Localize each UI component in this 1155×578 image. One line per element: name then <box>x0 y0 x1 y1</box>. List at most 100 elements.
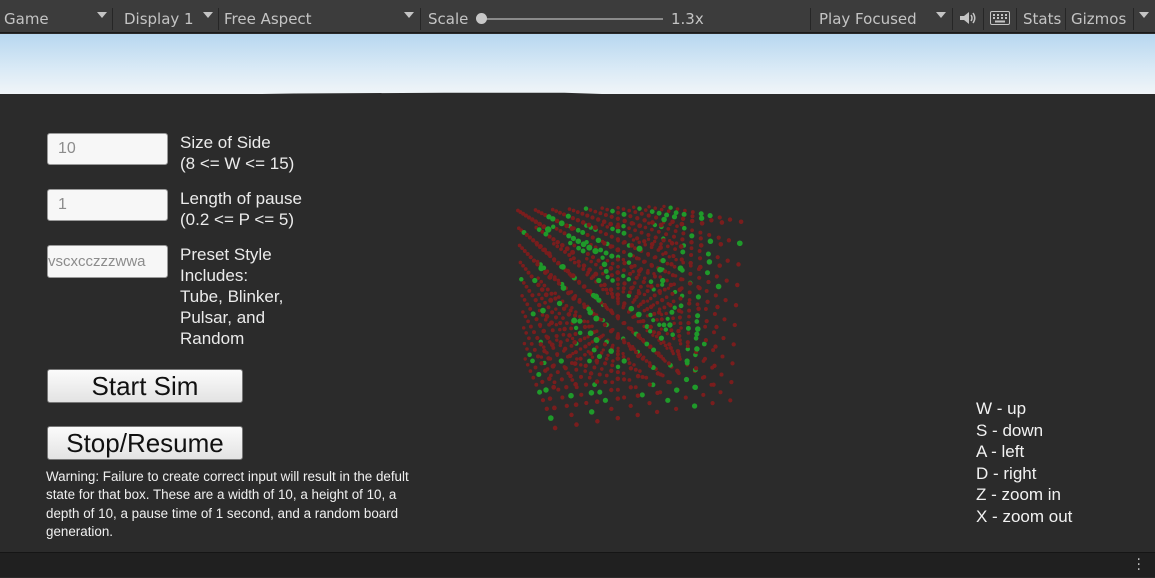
dead-cell <box>642 218 647 223</box>
dead-cell <box>603 361 608 366</box>
dead-cell <box>622 320 627 326</box>
dead-cell <box>632 281 637 285</box>
dead-cell <box>658 245 663 250</box>
dead-cell <box>527 235 533 240</box>
dead-cell <box>667 255 672 259</box>
dead-cell <box>703 307 708 311</box>
live-cell <box>598 247 604 253</box>
dead-cell <box>592 365 597 370</box>
dead-cell <box>628 271 633 276</box>
dead-cell <box>665 346 669 350</box>
dead-cell <box>555 244 560 249</box>
dead-cell <box>656 229 661 234</box>
dead-cell <box>643 225 648 230</box>
dead-cell <box>544 406 549 411</box>
dead-cell <box>687 308 692 313</box>
dead-cell <box>525 347 529 351</box>
dead-cell <box>678 277 684 282</box>
live-cell <box>550 224 556 230</box>
dead-cell <box>528 324 533 329</box>
dead-cell <box>616 264 620 269</box>
stop-resume-button[interactable]: Stop/Resume <box>47 426 243 460</box>
dead-cell <box>542 345 546 349</box>
dead-cell <box>561 332 566 337</box>
dead-cell <box>583 382 589 387</box>
live-cell <box>592 293 600 300</box>
live-cell <box>603 250 609 256</box>
more-options-icon[interactable]: · · · <box>1137 553 1141 577</box>
live-cell <box>639 392 645 398</box>
dead-cell <box>598 229 603 234</box>
dead-cell <box>697 249 702 253</box>
dead-cell <box>566 312 572 317</box>
dead-cell <box>738 219 744 225</box>
dead-cell <box>565 321 569 325</box>
dead-cell <box>674 257 678 262</box>
dead-cell <box>675 224 679 228</box>
start-sim-button[interactable]: Start Sim <box>47 369 243 403</box>
live-cell <box>669 309 675 315</box>
dead-cell <box>559 242 565 248</box>
dead-cell <box>582 304 587 310</box>
dead-cell <box>647 363 653 368</box>
dead-cell <box>665 244 670 249</box>
live-cell <box>626 277 632 282</box>
live-cell <box>701 341 707 347</box>
dead-cell <box>574 310 578 314</box>
dead-cell <box>575 357 579 361</box>
dead-cell <box>609 273 614 278</box>
live-cell <box>568 240 573 246</box>
live-cell <box>568 392 574 399</box>
dead-cell <box>615 257 621 262</box>
dead-cell <box>540 398 546 403</box>
dead-cell <box>634 256 640 261</box>
dead-cell <box>662 287 667 292</box>
dead-cell <box>632 363 636 367</box>
dead-cell <box>606 353 610 357</box>
dead-cell <box>646 284 650 288</box>
live-cell <box>626 260 632 265</box>
preset-style-input[interactable] <box>47 245 168 278</box>
dead-cell <box>655 390 660 396</box>
dead-cell <box>569 412 574 418</box>
live-cell <box>657 322 662 327</box>
preset-line: Tube, Blinker, <box>180 287 284 306</box>
dead-cell <box>529 341 534 346</box>
dead-cell <box>647 205 651 209</box>
pause-length-input[interactable] <box>47 189 168 221</box>
dead-cell <box>615 335 621 341</box>
dead-cell <box>550 310 555 315</box>
dead-cell <box>604 357 609 361</box>
dead-cell <box>690 214 695 219</box>
live-cell <box>621 358 627 364</box>
dead-cell <box>724 278 729 283</box>
live-cell <box>615 228 621 234</box>
dead-cell <box>678 338 682 343</box>
dead-cell <box>603 232 609 237</box>
dead-cell <box>703 338 709 343</box>
live-cell <box>560 264 566 270</box>
dead-cell <box>646 232 651 238</box>
dead-cell <box>645 270 650 275</box>
dead-cell <box>689 252 694 258</box>
dead-cell <box>735 282 740 288</box>
dead-cell <box>647 382 652 387</box>
live-cell <box>580 248 586 254</box>
dead-cell <box>652 274 658 279</box>
live-cell <box>597 389 603 395</box>
side-size-input[interactable] <box>47 133 168 165</box>
dead-cell <box>551 257 557 262</box>
dead-cell <box>528 255 533 260</box>
dead-cell <box>602 322 608 328</box>
dead-cell <box>520 294 524 298</box>
dead-cell <box>676 308 682 313</box>
dead-cell <box>679 326 683 330</box>
live-cell <box>595 237 602 244</box>
dead-cell <box>609 214 614 219</box>
dead-cell <box>683 208 687 213</box>
dead-cell <box>605 291 610 295</box>
dead-cell <box>605 225 610 229</box>
dead-cell <box>573 331 578 337</box>
dead-cell <box>583 363 588 368</box>
dead-cell <box>615 247 621 253</box>
